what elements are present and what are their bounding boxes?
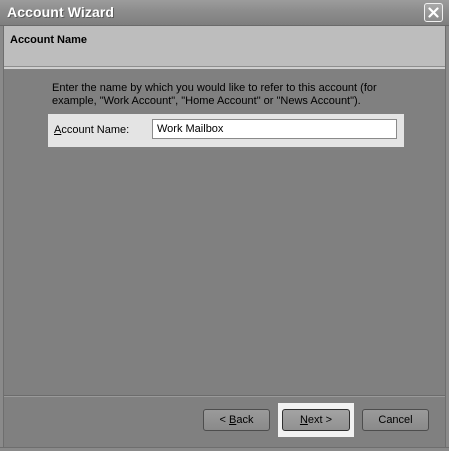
- account-name-label-text: ccount Name:: [61, 124, 130, 136]
- account-name-row: Account Name: Work Mailbox: [48, 114, 404, 147]
- back-button[interactable]: < Back: [203, 409, 270, 431]
- next-button[interactable]: Next >: [282, 409, 350, 431]
- back-button-label: ack: [236, 414, 254, 426]
- page-title: Account Name: [10, 34, 88, 46]
- title-bar[interactable]: Account Wizard: [0, 0, 449, 26]
- close-button[interactable]: [424, 3, 443, 22]
- instructions-text: Enter the name by which you would like t…: [52, 82, 377, 107]
- wizard-page-header: Account Name: [4, 26, 445, 67]
- footer-divider-highlight: [4, 396, 445, 397]
- next-button-accelerator: N: [299, 414, 308, 426]
- cancel-button-label: Cancel: [378, 414, 413, 426]
- next-button-label: ext >: [307, 414, 333, 426]
- close-icon: [428, 7, 439, 18]
- window-frame-right: [445, 26, 449, 451]
- window-title: Account Wizard: [7, 4, 115, 20]
- account-wizard-window: Account Wizard Account Name Enter the na…: [0, 0, 449, 451]
- account-name-label: Account Name:: [54, 124, 129, 136]
- cancel-button[interactable]: Cancel: [362, 409, 429, 431]
- back-button-prefix: <: [219, 414, 229, 426]
- back-button-accelerator: B: [229, 414, 237, 426]
- account-name-input[interactable]: Work Mailbox: [152, 119, 397, 139]
- window-frame-bottom: [0, 447, 449, 451]
- wizard-page-content: Enter the name by which you would like t…: [4, 69, 445, 395]
